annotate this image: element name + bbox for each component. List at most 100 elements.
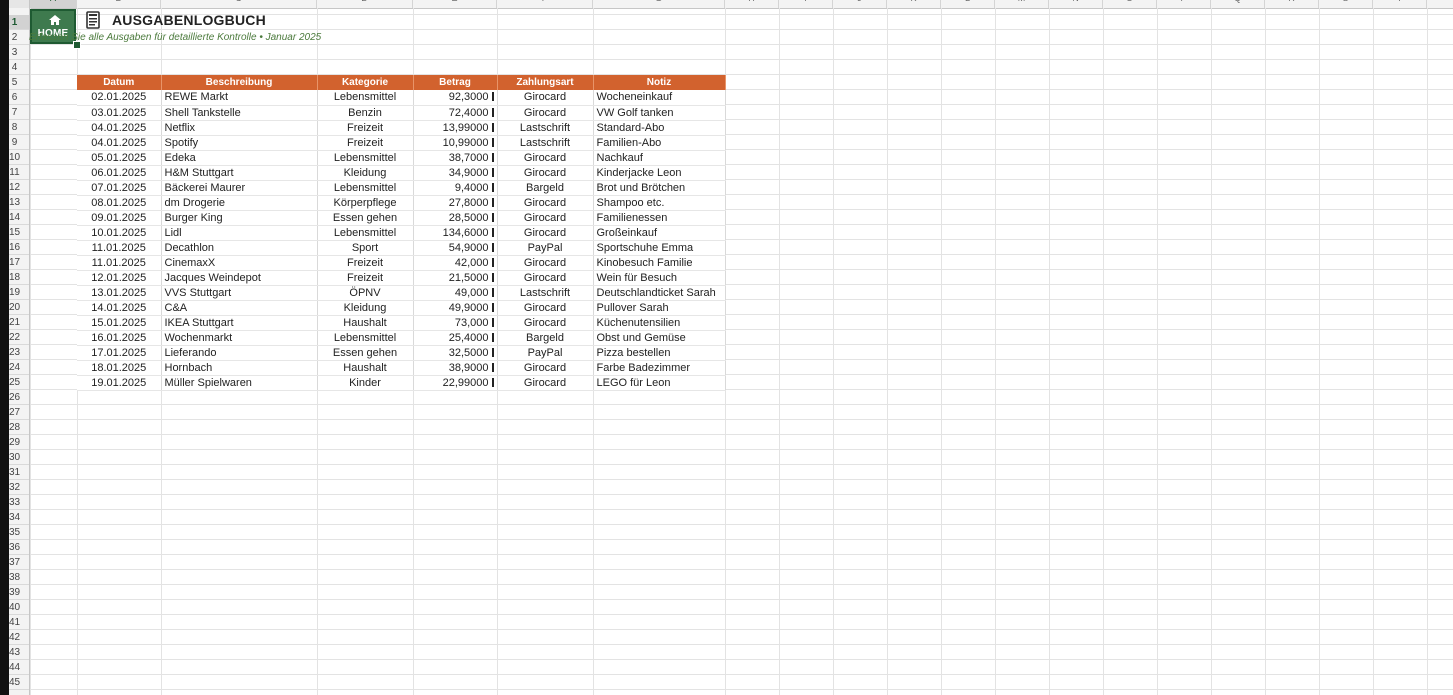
table-cell[interactable]: 49,9000 — [413, 300, 498, 316]
table-cell[interactable]: Shampoo etc. — [593, 195, 726, 211]
table-cell[interactable]: 27,8000 — [413, 195, 498, 211]
table-cell[interactable]: Kleidung — [317, 165, 414, 181]
table-cell[interactable]: REWE Markt — [161, 90, 318, 106]
table-cell[interactable]: 15.01.2025 — [77, 315, 162, 331]
table-cell[interactable]: 11.01.2025 — [77, 255, 162, 271]
table-cell[interactable]: 13,99000 — [413, 120, 498, 136]
table-cell[interactable]: Girocard — [497, 360, 594, 376]
column-header[interactable]: I — [779, 0, 833, 8]
table-cell[interactable]: Großeinkauf — [593, 225, 726, 241]
table-cell[interactable]: 73,000 — [413, 315, 498, 331]
table-cell[interactable]: ÖPNV — [317, 285, 414, 301]
table-cell[interactable]: 05.01.2025 — [77, 150, 162, 166]
table-cell[interactable]: Burger King — [161, 210, 318, 226]
table-cell[interactable]: Edeka — [161, 150, 318, 166]
table-cell[interactable]: Lieferando — [161, 345, 318, 361]
column-header[interactable]: Q — [1211, 0, 1265, 8]
table-cell[interactable]: 32,5000 — [413, 345, 498, 361]
table-cell[interactable]: Bäckerei Maurer — [161, 180, 318, 196]
table-cell[interactable]: Kinderjacke Leon — [593, 165, 726, 181]
table-cell[interactable]: 34,9000 — [413, 165, 498, 181]
column-header[interactable]: E — [413, 0, 497, 8]
table-cell[interactable]: 18.01.2025 — [77, 360, 162, 376]
table-cell[interactable]: Lebensmittel — [317, 150, 414, 166]
table-cell[interactable]: 49,000 — [413, 285, 498, 301]
table-cell[interactable]: Lidl — [161, 225, 318, 241]
table-header-cell[interactable]: Datum — [77, 75, 162, 90]
table-cell[interactable]: CinemaxX — [161, 255, 318, 271]
table-cell[interactable]: Netflix — [161, 120, 318, 136]
table-cell[interactable]: Girocard — [497, 150, 594, 166]
table-cell[interactable]: 134,6000 — [413, 225, 498, 241]
table-cell[interactable]: 42,000 — [413, 255, 498, 271]
table-cell[interactable]: 04.01.2025 — [77, 120, 162, 136]
column-header[interactable]: A — [30, 0, 77, 8]
table-cell[interactable]: 72,4000 — [413, 105, 498, 121]
table-cell[interactable]: Haushalt — [317, 315, 414, 331]
table-cell[interactable]: 21,5000 — [413, 270, 498, 286]
column-header[interactable]: L — [941, 0, 995, 8]
table-cell[interactable]: Lebensmittel — [317, 225, 414, 241]
table-cell[interactable]: 14.01.2025 — [77, 300, 162, 316]
column-header[interactable]: O — [1103, 0, 1157, 8]
table-cell[interactable]: Girocard — [497, 255, 594, 271]
table-cell[interactable]: 10,99000 — [413, 135, 498, 151]
table-header-cell[interactable]: Notiz — [593, 75, 726, 90]
table-cell[interactable]: Hornbach — [161, 360, 318, 376]
table-cell[interactable]: Familien-Abo — [593, 135, 726, 151]
table-cell[interactable]: Lebensmittel — [317, 330, 414, 346]
table-cell[interactable]: 9,4000 — [413, 180, 498, 196]
table-cell[interactable]: Girocard — [497, 210, 594, 226]
table-cell[interactable]: Körperpflege — [317, 195, 414, 211]
table-cell[interactable]: Wocheneinkauf — [593, 90, 726, 106]
table-cell[interactable]: Wochenmarkt — [161, 330, 318, 346]
column-header[interactable]: B — [77, 0, 161, 8]
table-cell[interactable]: Kinder — [317, 375, 414, 391]
table-cell[interactable]: Freizeit — [317, 270, 414, 286]
table-header-cell[interactable]: Beschreibung — [161, 75, 318, 90]
table-cell[interactable]: Wein für Besuch — [593, 270, 726, 286]
table-cell[interactable]: Nachkauf — [593, 150, 726, 166]
table-cell[interactable]: Freizeit — [317, 135, 414, 151]
table-cell[interactable]: Jacques Weindepot — [161, 270, 318, 286]
table-cell[interactable]: Lastschrift — [497, 285, 594, 301]
column-header[interactable]: R — [1265, 0, 1319, 8]
table-cell[interactable]: Decathlon — [161, 240, 318, 256]
table-cell[interactable]: 07.01.2025 — [77, 180, 162, 196]
table-cell[interactable]: Familienessen — [593, 210, 726, 226]
table-cell[interactable]: Lastschrift — [497, 120, 594, 136]
column-header[interactable]: J — [833, 0, 887, 8]
table-cell[interactable]: Farbe Badezimmer — [593, 360, 726, 376]
table-cell[interactable]: Girocard — [497, 270, 594, 286]
column-header[interactable]: P — [1157, 0, 1211, 8]
table-cell[interactable]: C&A — [161, 300, 318, 316]
table-cell[interactable]: 09.01.2025 — [77, 210, 162, 226]
table-cell[interactable]: 08.01.2025 — [77, 195, 162, 211]
table-cell[interactable]: Sport — [317, 240, 414, 256]
table-cell[interactable]: dm Drogerie — [161, 195, 318, 211]
table-cell[interactable]: 25,4000 — [413, 330, 498, 346]
table-cell[interactable]: 38,9000 — [413, 360, 498, 376]
table-cell[interactable]: Müller Spielwaren — [161, 375, 318, 391]
table-cell[interactable]: Essen gehen — [317, 345, 414, 361]
table-cell[interactable]: Girocard — [497, 105, 594, 121]
table-cell[interactable]: Girocard — [497, 225, 594, 241]
table-cell[interactable]: Sportschuhe Emma — [593, 240, 726, 256]
table-cell[interactable]: 03.01.2025 — [77, 105, 162, 121]
table-cell[interactable]: 11.01.2025 — [77, 240, 162, 256]
table-cell[interactable]: 38,7000 — [413, 150, 498, 166]
table-cell[interactable]: IKEA Stuttgart — [161, 315, 318, 331]
column-header[interactable]: T — [1373, 0, 1427, 8]
table-cell[interactable]: Deutschlandticket Sarah — [593, 285, 726, 301]
table-cell[interactable]: Girocard — [497, 375, 594, 391]
table-cell[interactable]: Küchenutensilien — [593, 315, 726, 331]
column-header[interactable]: N — [1049, 0, 1103, 8]
table-cell[interactable]: Girocard — [497, 315, 594, 331]
column-header[interactable]: C — [161, 0, 317, 8]
table-cell[interactable]: H&M Stuttgart — [161, 165, 318, 181]
column-header[interactable]: F — [497, 0, 593, 8]
table-cell[interactable]: Brot und Brötchen — [593, 180, 726, 196]
table-cell[interactable]: 19.01.2025 — [77, 375, 162, 391]
table-cell[interactable]: 13.01.2025 — [77, 285, 162, 301]
table-cell[interactable]: Obst und Gemüse — [593, 330, 726, 346]
